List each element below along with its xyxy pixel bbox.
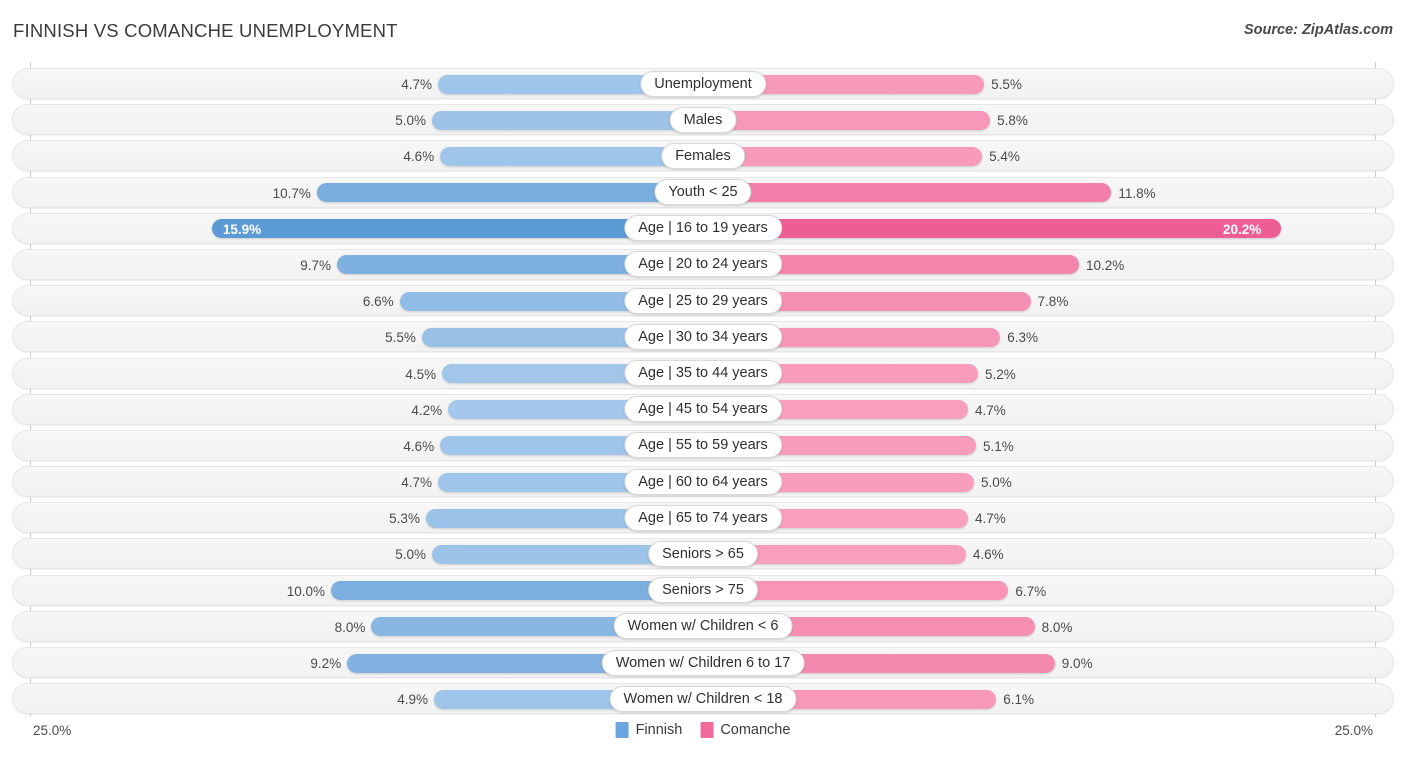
page-title: FINNISH VS COMANCHE UNEMPLOYMENT: [13, 20, 398, 41]
bar-left-finnish: [432, 110, 703, 130]
value-label-right: 20.2%: [1223, 221, 1262, 237]
legend-label: Comanche: [720, 722, 791, 738]
category-label-pill: Age | 30 to 34 years: [624, 323, 782, 350]
value-label-left: 5.5%: [385, 330, 416, 346]
value-label-right: 6.3%: [1007, 330, 1039, 346]
source-attribution: Source: ZipAtlas.com: [1243, 22, 1393, 38]
bar-row: 4.9% 6.1% Women w/ Children < 18: [0, 681, 1406, 717]
value-label-right: 4.6%: [972, 547, 1004, 563]
value-label-left: 5.0%: [395, 113, 426, 129]
category-label-pill: Youth < 25: [654, 179, 752, 206]
category-label-pill: Unemployment: [640, 70, 766, 97]
chart-legend: Finnish Comanche: [615, 722, 790, 738]
value-label-left: 4.5%: [405, 366, 437, 382]
value-label-right: 8.0%: [1041, 619, 1073, 635]
bar-row: 4.6% 5.4% Females: [0, 138, 1406, 174]
legend-item: Comanche: [700, 722, 790, 738]
legend-swatch-icon: [700, 722, 714, 738]
category-label-pill: Age | 55 to 59 years: [624, 432, 782, 459]
value-label-right: 7.8%: [1037, 294, 1069, 310]
value-label-left: 9.2%: [310, 656, 342, 671]
bar-row: 4.5% 5.2% Age | 35 to 44 years: [0, 356, 1406, 392]
axis-max-left: 25.0%: [33, 723, 72, 738]
value-label-right: 5.1%: [983, 438, 1014, 454]
category-label-pill: Seniors > 65: [648, 540, 758, 567]
value-label-right: 5.5%: [991, 77, 1022, 92]
plot-area: 4.7% 5.5% Unemployment 5.0% 5.8% Males 4.6% 5.4…: [0, 62, 1406, 717]
value-label-right: 6.7%: [1015, 583, 1047, 599]
value-label-left: 4.7%: [401, 475, 433, 491]
bar-right-comanche: [703, 219, 1282, 239]
value-label-left: 4.2%: [411, 402, 443, 418]
axis-max-right: 25.0%: [1334, 723, 1373, 738]
value-label-right: 10.2%: [1086, 257, 1125, 273]
bar-row: 10.0% 6.7% Seniors > 75: [0, 573, 1406, 609]
bar-row: 9.2% 9.0% Women w/ Children 6 to 17: [0, 645, 1406, 681]
bar-row: 5.5% 6.3% Age | 30 to 34 years: [0, 319, 1406, 355]
bar-left-finnish: [316, 183, 703, 203]
value-label-left: 4.9%: [397, 692, 429, 708]
bar-row: 5.0% 5.8% Males: [0, 102, 1406, 138]
bar-right-comanche: [703, 146, 983, 166]
value-label-left: 5.3%: [389, 511, 420, 527]
chart-header: FINNISH VS COMANCHE UNEMPLOYMENT Source:…: [0, 0, 1406, 60]
value-label-left: 10.0%: [286, 583, 325, 599]
category-label-pill: Seniors > 75: [648, 577, 758, 604]
bar-row: 15.9% 20.2% Age | 16 to 19 years: [0, 211, 1406, 247]
bar-row: 10.7% 11.8% Youth < 25: [0, 175, 1406, 211]
value-label-right: 5.2%: [985, 366, 1016, 382]
value-label-left: 4.6%: [403, 149, 435, 165]
category-label-pill: Women w/ Children < 6: [613, 613, 793, 640]
chart-page: FINNISH VS COMANCHE UNEMPLOYMENT Source:…: [0, 0, 1406, 757]
value-label-right: 11.8%: [1118, 185, 1156, 201]
value-label-left: 4.7%: [401, 77, 433, 92]
legend-item: Finnish: [615, 722, 683, 738]
legend-swatch-icon: [615, 722, 629, 738]
category-label-pill: Age | 16 to 19 years: [624, 215, 782, 242]
value-label-left: 4.6%: [403, 438, 435, 454]
value-label-right: 5.0%: [981, 475, 1012, 491]
value-label-right: 4.7%: [974, 511, 1006, 527]
bar-right-comanche: [703, 110, 991, 130]
category-label-pill: Age | 45 to 54 years: [624, 396, 782, 423]
value-label-left: 8.0%: [334, 619, 366, 635]
category-label-pill: Women w/ Children < 18: [609, 685, 797, 712]
bar-row: 4.7% 5.5% Unemployment: [0, 66, 1406, 102]
bar-row: 5.0% 4.6% Seniors > 65: [0, 536, 1406, 572]
category-label-pill: Women w/ Children 6 to 17: [601, 649, 805, 676]
category-label-pill: Age | 25 to 29 years: [624, 287, 782, 314]
value-label-left: 6.6%: [362, 294, 394, 310]
value-label-right: 5.8%: [997, 113, 1028, 129]
legend-label: Finnish: [635, 722, 683, 738]
bar-row: 6.6% 7.8% Age | 25 to 29 years: [0, 283, 1406, 319]
category-label-pill: Males: [669, 106, 737, 133]
bar-row: 4.2% 4.7% Age | 45 to 54 years: [0, 392, 1406, 428]
value-label-right: 5.4%: [989, 149, 1020, 165]
bar-row: 9.7% 10.2% Age | 20 to 24 years: [0, 247, 1406, 283]
bar-right-comanche: [703, 183, 1112, 203]
category-label-pill: Age | 60 to 64 years: [624, 468, 782, 495]
bar-rows-container: 4.7% 5.5% Unemployment 5.0% 5.8% Males 4.6% 5.4…: [0, 66, 1406, 717]
value-label-left: 9.7%: [300, 257, 332, 273]
category-label-pill: Age | 20 to 24 years: [624, 251, 782, 278]
value-label-left: 15.9%: [222, 221, 262, 237]
value-label-left: 5.0%: [395, 547, 426, 563]
category-label-pill: Age | 65 to 74 years: [624, 504, 782, 531]
value-label-right: 6.1%: [1003, 692, 1034, 708]
category-label-pill: Females: [661, 142, 745, 169]
bar-row: 4.7% 5.0% Age | 60 to 64 years: [0, 464, 1406, 500]
category-label-pill: Age | 35 to 44 years: [624, 360, 782, 386]
value-label-right: 4.7%: [974, 402, 1006, 418]
bar-row: 8.0% 8.0% Women w/ Children < 6: [0, 609, 1406, 645]
bar-row: 5.3% 4.7% Age | 65 to 74 years: [0, 500, 1406, 536]
value-label-left: 10.7%: [272, 185, 311, 201]
chart-footer: 25.0% 25.0% Finnish Comanche: [0, 717, 1406, 757]
bar-row: 4.6% 5.1% Age | 55 to 59 years: [0, 428, 1406, 464]
value-label-right: 9.0%: [1061, 656, 1093, 671]
